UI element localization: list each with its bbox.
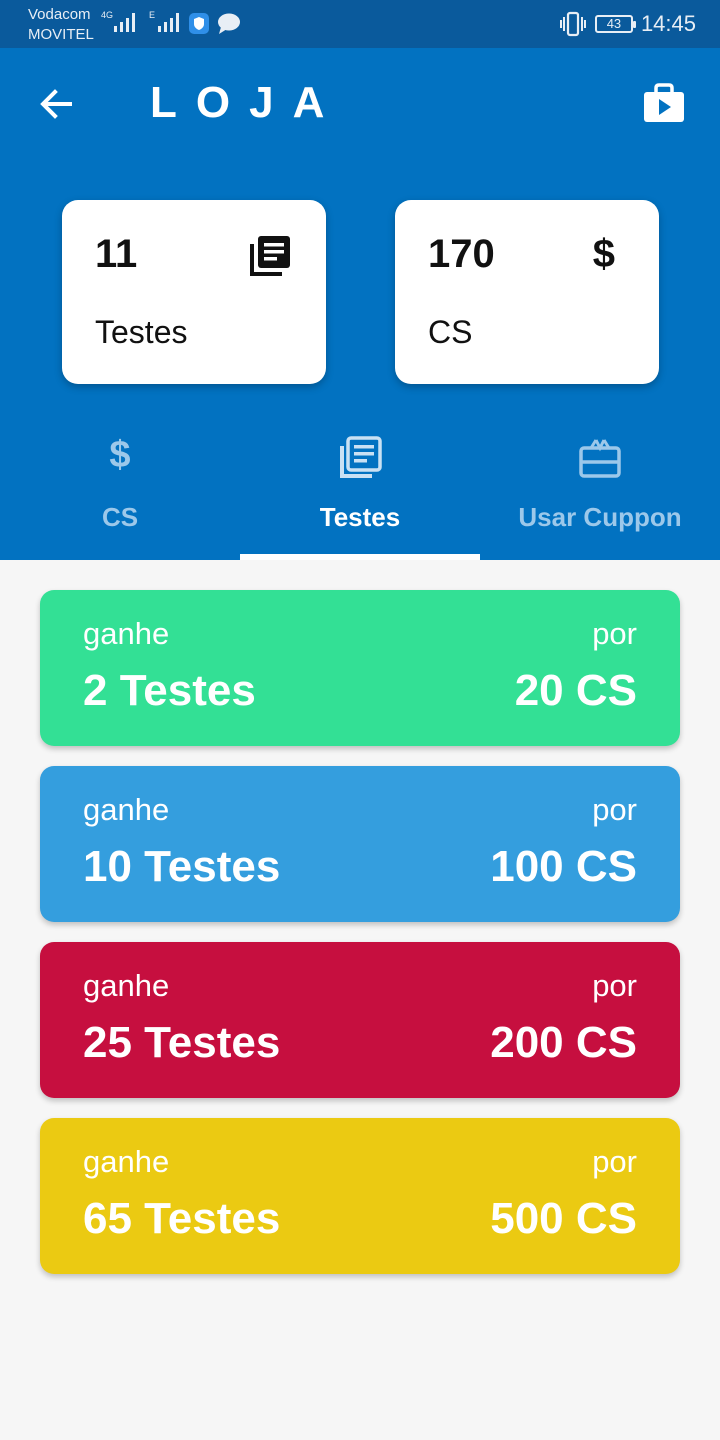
offer-price: 500 CS [490, 1194, 637, 1243]
offer-earn-label: ganhe [83, 1144, 170, 1179]
offer-amount: 65 Testes [83, 1194, 281, 1243]
carrier-name-1: Vodacom [28, 6, 91, 23]
offer-amount: 25 Testes [83, 1018, 281, 1067]
tab-bar: $ CS Testes Usar Cuppon [0, 428, 720, 560]
offer-earn-label: ganhe [83, 792, 170, 827]
app-header: LOJA 11 Testes 170 $ CS $ CS Testes Usar… [0, 48, 720, 560]
offer-earn-label: ganhe [83, 616, 170, 651]
tab-testes-label: Testes [319, 502, 401, 532]
carrier-name-2: MOVITEL [28, 26, 94, 43]
signal-icon [114, 13, 135, 32]
active-tab-indicator [240, 554, 480, 560]
tests-balance-value: 11 [95, 232, 138, 276]
message-icon [218, 13, 240, 34]
tab-testes[interactable]: Testes [240, 428, 480, 560]
offer-amount: 2 Testes [83, 666, 256, 715]
tab-cs[interactable]: $ CS [0, 428, 240, 560]
tab-usar-cuppon[interactable]: Usar Cuppon [480, 428, 720, 560]
offer-price: 20 CS [514, 666, 637, 715]
shield-icon [189, 13, 209, 34]
status-right: 43 14:45 [559, 10, 696, 38]
tab-usar-cuppon-label: Usar Cuppon [518, 502, 682, 532]
offer-amount: 10 Testes [83, 842, 281, 891]
status-bar: Vodacom MOVITEL 4G E 43 14:45 [0, 0, 720, 48]
offer-price: 100 CS [490, 842, 637, 891]
offer-card[interactable]: ganhe por 10 Testes 100 CS [40, 766, 680, 922]
page-title: LOJA [150, 78, 344, 127]
signal-icon-2 [158, 13, 179, 32]
dollar-icon: $ [109, 434, 131, 476]
play-store-bag-icon[interactable] [640, 82, 688, 130]
tab-cs-label: CS [101, 502, 139, 532]
vibrate-icon [559, 11, 586, 37]
status-time: 14:45 [640, 11, 696, 36]
gift-card-icon [579, 439, 621, 478]
offer-earn-label: ganhe [83, 968, 170, 1003]
tests-balance-label: Testes [95, 314, 188, 350]
battery-icon: 43 [594, 15, 636, 33]
offer-card[interactable]: ganhe por 25 Testes 200 CS [40, 942, 680, 1098]
network-type-2: E [149, 10, 156, 20]
offer-for-label: por [592, 968, 637, 1003]
offer-card[interactable]: ganhe por 65 Testes 500 CS [40, 1118, 680, 1274]
offer-for-label: por [592, 792, 637, 827]
carrier-info: Vodacom MOVITEL [28, 5, 94, 45]
offer-card[interactable]: ganhe por 2 Testes 20 CS [40, 590, 680, 746]
cs-balance-card: 170 $ CS [395, 200, 659, 384]
library-books-icon [250, 236, 290, 276]
tests-balance-card: 11 Testes [62, 200, 326, 384]
library-books-icon [340, 436, 382, 478]
dollar-icon: $ [592, 232, 615, 276]
arrow-back-icon[interactable] [36, 84, 76, 124]
offer-for-label: por [592, 616, 637, 651]
offer-price: 200 CS [490, 1018, 637, 1067]
offer-for-label: por [592, 1144, 637, 1179]
cs-balance-value: 170 [428, 232, 495, 276]
cs-balance-label: CS [428, 314, 473, 350]
